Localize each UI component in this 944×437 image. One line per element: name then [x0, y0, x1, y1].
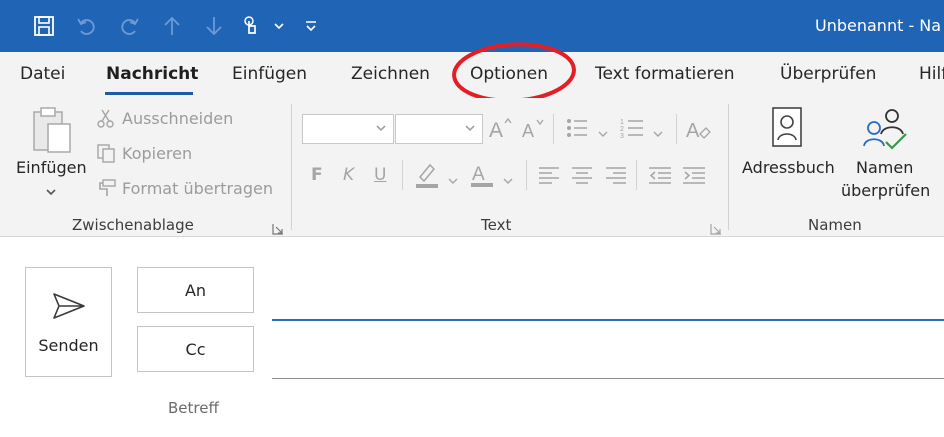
toolbar-separator	[526, 160, 527, 190]
format-painter-icon	[95, 178, 117, 202]
subject-field[interactable]	[272, 392, 944, 426]
cc-button[interactable]: Cc	[137, 326, 254, 372]
grow-font-icon[interactable]: A	[488, 115, 514, 145]
align-right-icon[interactable]	[605, 165, 627, 189]
send-button[interactable]: Senden	[25, 267, 112, 377]
tab-text-formatieren[interactable]: Text formatieren	[595, 64, 735, 84]
clear-formatting-icon[interactable]: A	[686, 116, 712, 146]
check-names-label-line1[interactable]: Namen	[856, 158, 913, 177]
tab-hilfe[interactable]: Hilfe	[919, 64, 944, 84]
to-field[interactable]	[272, 272, 944, 318]
save-icon[interactable]	[30, 12, 58, 40]
svg-text:1: 1	[620, 119, 624, 126]
group-separator	[291, 104, 292, 230]
send-label: Senden	[38, 336, 99, 355]
font-name-combo[interactable]	[302, 114, 394, 144]
svg-text:A: A	[489, 119, 503, 141]
numbering-icon[interactable]: 123	[620, 116, 644, 144]
annotation-circle	[452, 42, 576, 103]
toolbar-separator	[402, 160, 403, 190]
svg-text:2: 2	[620, 126, 624, 133]
italic-button[interactable]: K	[343, 165, 354, 185]
touch-mode-icon[interactable]	[237, 12, 265, 40]
subject-label: Betreff	[168, 399, 219, 417]
dialog-launcher-icon[interactable]	[710, 220, 722, 235]
arrow-down-icon[interactable]	[200, 12, 228, 40]
underline-button[interactable]: U	[374, 165, 386, 185]
to-button[interactable]: An	[137, 267, 254, 313]
send-icon	[53, 293, 85, 319]
copy-button[interactable]: Kopieren	[122, 144, 192, 163]
tab-einfuegen[interactable]: Einfügen	[232, 64, 307, 84]
customize-toolbar-icon[interactable]	[297, 12, 325, 40]
svg-text:3: 3	[620, 133, 624, 140]
align-center-icon[interactable]	[571, 165, 593, 189]
check-names-icon[interactable]	[862, 106, 910, 154]
svg-text:A: A	[686, 120, 700, 142]
toolbar-separator	[553, 114, 554, 144]
to-field-underline	[272, 319, 944, 321]
cc-field-underline	[272, 378, 944, 379]
increase-indent-icon[interactable]	[682, 165, 706, 189]
paste-icon[interactable]	[30, 104, 76, 156]
svg-text:A: A	[472, 164, 485, 185]
highlighter-icon[interactable]	[414, 161, 440, 193]
cut-button[interactable]: Ausschneiden	[122, 109, 233, 128]
tab-zeichnen[interactable]: Zeichnen	[351, 64, 430, 84]
active-tab-indicator	[105, 92, 193, 95]
chevron-down-icon[interactable]	[597, 124, 609, 143]
font-size-combo[interactable]	[395, 114, 483, 144]
bold-button[interactable]: F	[311, 165, 323, 185]
copy-icon	[96, 143, 116, 167]
chevron-down-icon[interactable]	[447, 171, 459, 190]
bullets-icon[interactable]	[565, 116, 589, 144]
arrow-up-icon[interactable]	[158, 12, 186, 40]
address-book-icon[interactable]	[770, 106, 804, 154]
paste-dropdown-chevron-icon[interactable]	[45, 182, 57, 201]
scissors-icon	[96, 108, 116, 132]
window-title: Unbenannt - Na	[815, 16, 942, 35]
check-names-label-line2[interactable]: überprüfen	[841, 181, 930, 200]
cc-field[interactable]	[272, 330, 944, 376]
chevron-down-icon[interactable]	[502, 171, 514, 190]
font-color-icon[interactable]: A	[470, 160, 496, 192]
group-label-names: Namen	[808, 216, 862, 234]
paste-button[interactable]: Einfügen	[16, 158, 87, 177]
align-left-icon[interactable]	[538, 165, 560, 189]
chevron-down-icon	[465, 125, 475, 132]
dialog-launcher-icon[interactable]	[272, 220, 284, 235]
svg-text:A: A	[522, 121, 534, 141]
toolbar-separator	[636, 160, 637, 190]
decrease-indent-icon[interactable]	[648, 165, 672, 189]
redo-icon[interactable]	[115, 12, 143, 40]
chevron-down-icon[interactable]	[652, 124, 664, 143]
tab-ueberpruefen[interactable]: Überprüfen	[780, 64, 876, 84]
group-label-text: Text	[481, 216, 512, 234]
tab-datei[interactable]: Datei	[20, 64, 65, 84]
group-separator	[728, 104, 729, 230]
shrink-font-icon[interactable]: A	[521, 115, 547, 145]
group-label-clipboard: Zwischenablage	[72, 216, 194, 234]
format-painter-button[interactable]: Format übertragen	[122, 179, 273, 198]
chevron-down-icon[interactable]	[265, 12, 293, 40]
undo-icon[interactable]	[73, 12, 101, 40]
tab-nachricht[interactable]: Nachricht	[106, 64, 198, 84]
address-book-button[interactable]: Adressbuch	[742, 158, 835, 177]
toolbar-separator	[676, 114, 677, 144]
chevron-down-icon	[376, 125, 386, 132]
